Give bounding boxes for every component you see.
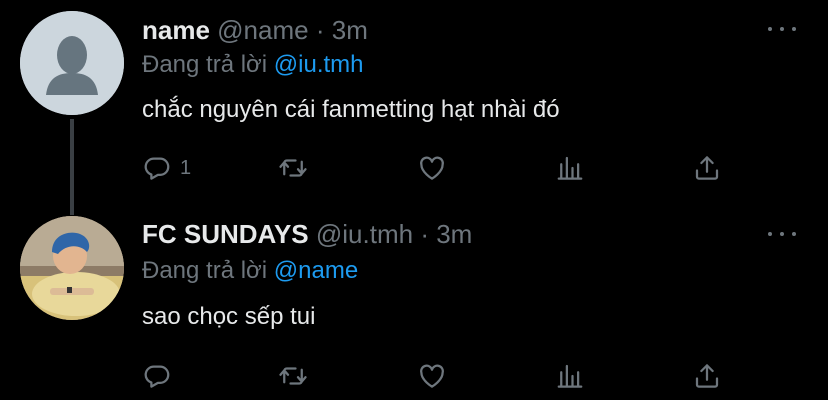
tweet-header: FC SUNDAYS @iu.tmh · 3m xyxy=(142,218,472,250)
tweet-header: name @name · 3m xyxy=(142,14,368,46)
more-icon[interactable] xyxy=(768,24,796,34)
reply-prefix: Đang trả lời xyxy=(142,257,268,284)
like-button[interactable] xyxy=(417,356,447,396)
retweet-icon xyxy=(279,367,307,385)
display-name[interactable]: FC SUNDAYS xyxy=(142,219,309,249)
reply-button[interactable] xyxy=(142,356,180,396)
tweet[interactable]: FC SUNDAYS @iu.tmh · 3m Đang trả lời @na… xyxy=(0,200,828,400)
reply-icon xyxy=(144,365,170,388)
like-button[interactable] xyxy=(417,148,447,188)
reply-mention[interactable]: @name xyxy=(274,257,358,284)
replying-to: Đang trả lời @iu.tmh xyxy=(142,50,364,80)
action-bar xyxy=(0,356,828,396)
handle[interactable]: @name xyxy=(217,15,308,45)
retweet-icon xyxy=(279,159,307,177)
photo-avatar-icon xyxy=(20,216,124,320)
display-name[interactable]: name xyxy=(142,15,210,45)
timestamp[interactable]: 3m xyxy=(332,15,368,45)
reply-button[interactable]: 1 xyxy=(142,148,191,188)
share-icon xyxy=(695,364,719,388)
like-icon xyxy=(420,364,444,388)
separator: · xyxy=(420,219,429,249)
tweet-text: chắc nguyên cái fanmetting hạt nhài đó xyxy=(142,96,560,123)
retweet-button[interactable] xyxy=(278,356,308,396)
reply-prefix: Đang trả lời xyxy=(142,51,268,78)
tweet-text: sao chọc sếp tui xyxy=(142,303,316,330)
default-avatar-icon xyxy=(20,11,124,115)
reply-icon xyxy=(144,157,170,180)
reply-mention[interactable]: @iu.tmh xyxy=(274,51,364,78)
reply-count: 1 xyxy=(180,156,192,179)
more-icon[interactable] xyxy=(768,229,796,239)
handle[interactable]: @iu.tmh xyxy=(316,219,413,249)
replying-to: Đang trả lời @name xyxy=(142,256,358,286)
retweet-button[interactable] xyxy=(278,148,308,188)
analytics-icon xyxy=(557,364,583,388)
analytics-button[interactable] xyxy=(555,148,585,188)
share-button[interactable] xyxy=(692,356,722,396)
avatar[interactable] xyxy=(20,11,124,115)
separator: · xyxy=(315,15,325,45)
analytics-icon xyxy=(557,156,583,180)
like-icon xyxy=(420,156,444,180)
action-bar: 1 xyxy=(0,148,828,188)
analytics-button[interactable] xyxy=(555,356,585,396)
share-button[interactable] xyxy=(692,148,722,188)
tweet[interactable]: name @name · 3m Đang trả lời @iu.tmh chắ… xyxy=(0,0,828,215)
avatar[interactable] xyxy=(20,216,124,320)
timestamp[interactable]: 3m xyxy=(436,219,472,249)
share-icon xyxy=(695,156,719,180)
